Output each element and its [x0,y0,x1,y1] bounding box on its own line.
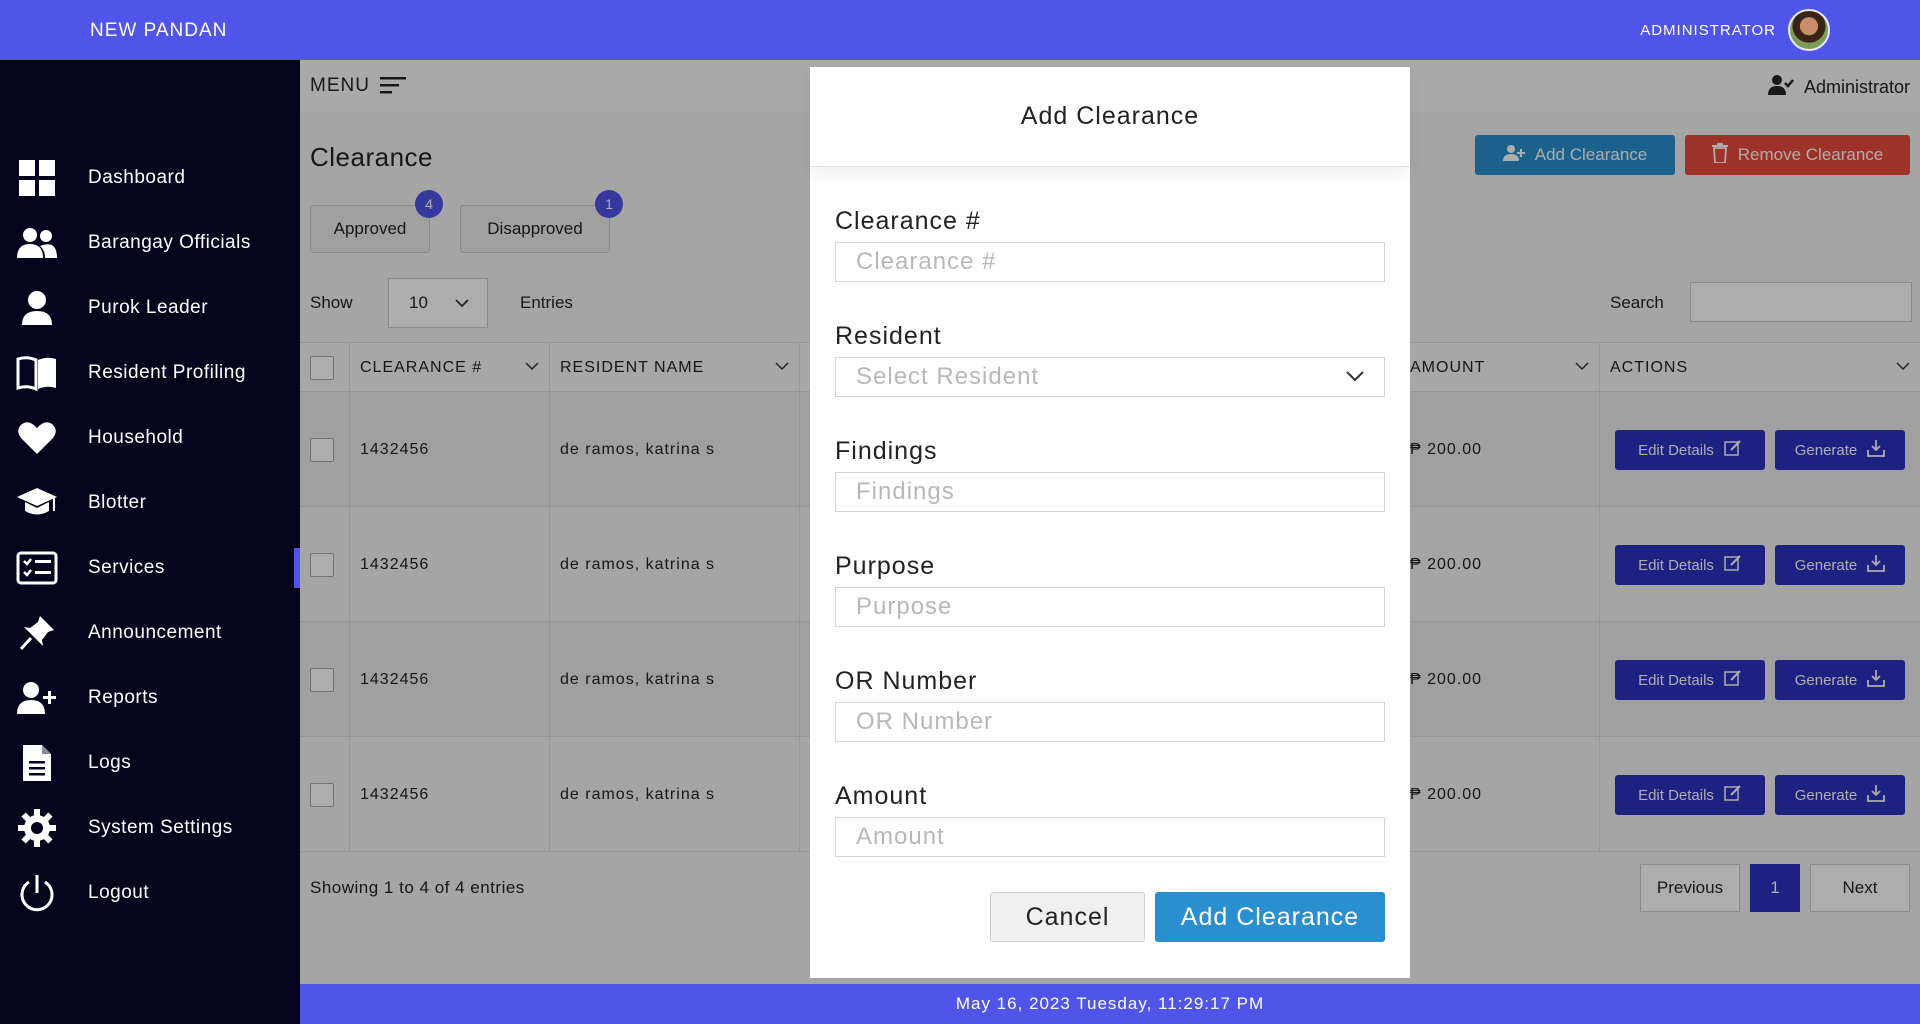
footer-datetime: May 16, 2023 Tuesday, 11:29:17 PM [300,984,1920,1024]
checklist-icon [16,547,58,589]
submit-add-clearance-button[interactable]: Add Clearance [1155,892,1385,942]
sidebar-item-barangay-officials[interactable]: Barangay Officials [0,215,300,271]
top-bar: NEW PANDAN ADMINISTRATOR [0,0,1920,60]
user-label: ADMINISTRATOR [1640,21,1776,39]
resident-select[interactable]: Select Resident [835,357,1385,397]
brand-title: NEW PANDAN [90,20,228,41]
sidebar-item-label: Resident Profiling [88,362,246,383]
sidebar-item-logout[interactable]: Logout [0,865,300,921]
sidebar-item-label: Blotter [88,492,147,513]
resident-label: Resident [835,322,942,350]
placeholder-text: OR Number [856,708,994,735]
avatar[interactable] [1788,9,1830,51]
document-icon [16,742,58,784]
purpose-input[interactable]: Purpose [835,587,1385,627]
sidebar-item-label: Household [88,427,184,448]
book-icon [16,352,58,394]
or-number-label: OR Number [835,667,978,695]
modal-title: Add Clearance [810,67,1410,167]
purpose-label: Purpose [835,552,936,580]
sidebar-item-services[interactable]: Services [0,540,300,596]
placeholder-text: Amount [856,823,945,850]
sidebar: Dashboard Barangay Officials Purok Leade… [0,60,300,1024]
sidebar-item-label: Logout [88,882,150,903]
sidebar-item-purok-leader[interactable]: Purok Leader [0,280,300,336]
sidebar-item-blotter[interactable]: Blotter [0,475,300,531]
sidebar-item-label: Reports [88,687,159,708]
sidebar-item-label: Announcement [88,622,222,643]
add-clearance-modal: Add Clearance Clearance # Clearance # Re… [810,67,1410,978]
placeholder-text: Purpose [856,593,953,620]
gear-icon [16,807,58,849]
power-icon [16,872,58,914]
sidebar-item-label: Services [88,557,165,578]
sidebar-item-label: Logs [88,752,132,773]
graduation-cap-icon [16,482,58,524]
sidebar-item-household[interactable]: Household [0,410,300,466]
heart-icon [16,417,58,459]
clearance-number-input[interactable]: Clearance # [835,242,1385,282]
sidebar-item-label: Barangay Officials [88,232,251,253]
user-icon [16,287,58,329]
sidebar-item-label: Dashboard [88,167,186,188]
cancel-button[interactable]: Cancel [990,892,1145,942]
sidebar-item-logs[interactable]: Logs [0,735,300,791]
sidebar-item-label: Purok Leader [88,297,209,318]
findings-input[interactable]: Findings [835,472,1385,512]
sidebar-item-reports[interactable]: Reports [0,670,300,726]
clearance-number-label: Clearance # [835,207,981,235]
sidebar-item-announcement[interactable]: Announcement [0,605,300,661]
amount-label: Amount [835,782,928,810]
placeholder-text: Clearance # [856,248,997,275]
pin-icon [16,612,58,654]
users-icon [16,222,58,264]
sidebar-item-system-settings[interactable]: System Settings [0,800,300,856]
amount-input[interactable]: Amount [835,817,1385,857]
or-number-input[interactable]: OR Number [835,702,1385,742]
sidebar-item-dashboard[interactable]: Dashboard [0,150,300,206]
sidebar-item-resident-profiling[interactable]: Resident Profiling [0,345,300,401]
sidebar-item-label: System Settings [88,817,233,838]
user-menu[interactable]: ADMINISTRATOR [1640,9,1830,51]
user-plus-icon [16,677,58,719]
dashboard-grid-icon [16,157,58,199]
placeholder-text: Select Resident [856,363,1040,390]
placeholder-text: Findings [856,478,955,505]
findings-label: Findings [835,437,938,465]
